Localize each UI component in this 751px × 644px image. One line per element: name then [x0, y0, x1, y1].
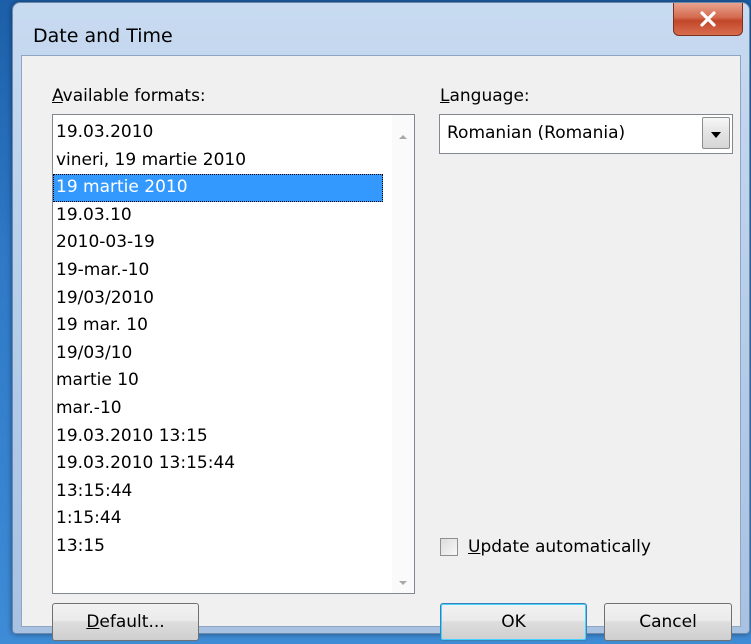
available-formats-label: Available formats:	[52, 86, 206, 106]
scroll-up-arrow-icon[interactable]	[397, 127, 409, 139]
scroll-down-arrow-icon[interactable]	[397, 573, 409, 585]
language-combobox[interactable]: Romanian (Romania)	[439, 114, 733, 154]
date-time-dialog: Date and Time Available formats: 19.03.2…	[12, 2, 750, 641]
dialog-client-area: Available formats: 19.03.2010 vineri, 19 …	[21, 55, 741, 641]
list-item[interactable]: 13:15:44	[53, 478, 392, 506]
list-item[interactable]: 19.03.2010	[53, 119, 392, 147]
list-item[interactable]: vineri, 19 martie 2010	[53, 147, 392, 175]
title-bar[interactable]: Date and Time	[13, 3, 749, 53]
list-item[interactable]: 1:15:44	[53, 505, 392, 533]
list-item[interactable]: 19/03/2010	[53, 285, 392, 313]
close-button[interactable]	[673, 3, 743, 36]
default-button[interactable]: Default...	[52, 603, 199, 641]
dialog-title: Date and Time	[33, 25, 173, 47]
formats-list-items: 19.03.2010 vineri, 19 martie 2010 19 marti…	[53, 115, 392, 593]
language-value: Romanian (Romania)	[447, 123, 626, 143]
list-item[interactable]: 13:15	[53, 533, 392, 561]
close-icon	[699, 11, 717, 27]
language-dropdown-button[interactable]	[702, 117, 730, 149]
formats-listbox[interactable]: 19.03.2010 vineri, 19 martie 2010 19 marti…	[52, 114, 415, 594]
list-scrollbar[interactable]	[392, 115, 414, 593]
list-item[interactable]: 2010-03-19	[53, 229, 392, 257]
list-item[interactable]: 19 mar. 10	[53, 312, 392, 340]
ok-button[interactable]: OK	[440, 603, 587, 641]
list-item[interactable]: 19-mar.-10	[53, 257, 392, 285]
dropdown-arrow-icon	[710, 124, 722, 143]
list-item[interactable]: 19.03.2010 13:15	[53, 423, 392, 451]
list-item[interactable]: mar.-10	[53, 395, 392, 423]
update-automatically-checkbox[interactable]	[440, 538, 458, 556]
cancel-button[interactable]: Cancel	[604, 603, 732, 641]
update-automatically-label[interactable]: Update automatically	[468, 537, 651, 557]
language-label: Language:	[440, 86, 530, 106]
update-automatically-row[interactable]: Update automatically	[440, 535, 651, 559]
list-item[interactable]: 19/03/10	[53, 340, 392, 368]
list-item[interactable]: 19.03.2010 13:15:44	[53, 450, 392, 478]
list-item-selected[interactable]: 19 martie 2010	[53, 174, 383, 202]
list-item[interactable]: martie 10	[53, 367, 392, 395]
list-item[interactable]: 19.03.10	[53, 202, 392, 230]
